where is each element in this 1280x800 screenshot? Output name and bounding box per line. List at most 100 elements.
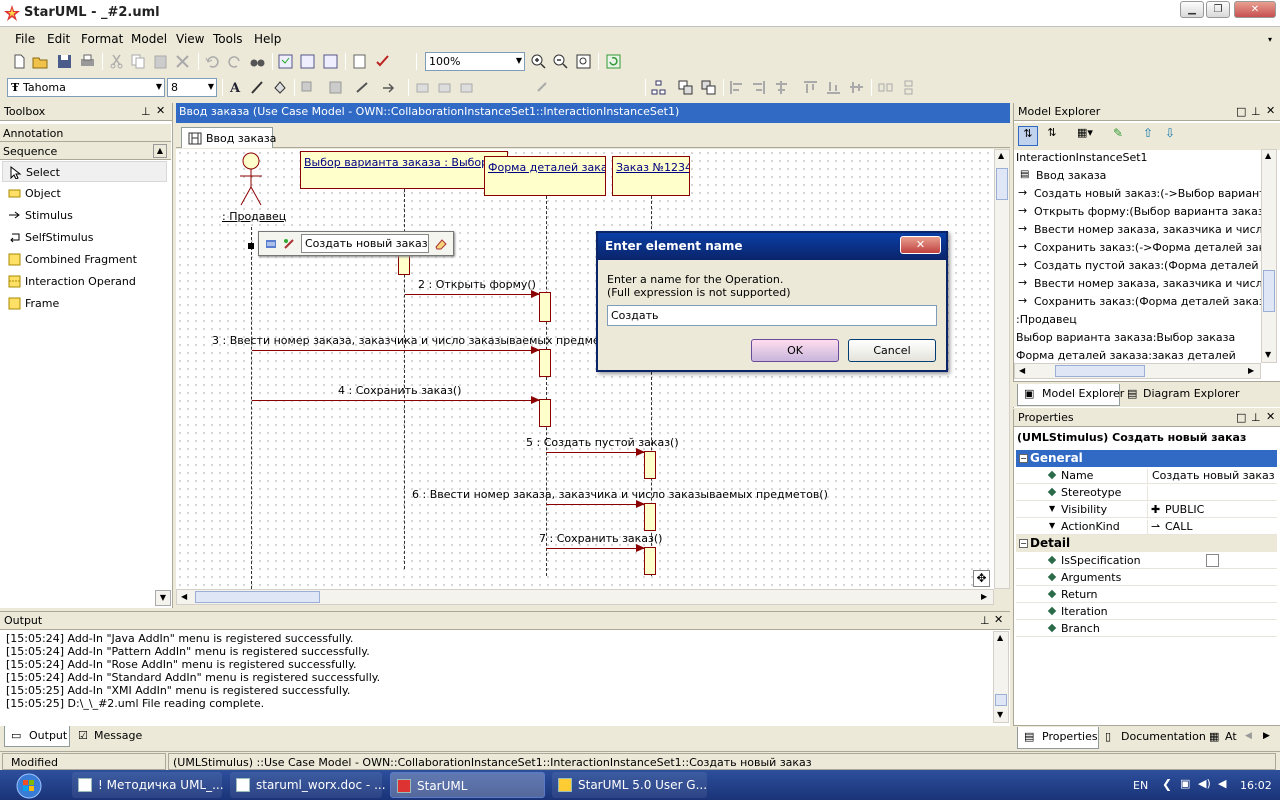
output-vertical-scrollbar[interactable]: ▲ ▼: [993, 631, 1009, 723]
message-arrow[interactable]: [252, 396, 540, 404]
diagram-vertical-scrollbar[interactable]: ▲: [994, 149, 1010, 589]
taskbar-item-active[interactable]: StarUML: [390, 772, 545, 798]
refresh-icon[interactable]: [605, 53, 622, 70]
zoom-in-icon[interactable]: [530, 53, 547, 70]
find-icon[interactable]: [249, 53, 266, 70]
space-vertical-icon[interactable]: [900, 79, 917, 96]
tab-diagram[interactable]: Ввод заказа: [181, 127, 276, 148]
export-icon[interactable]: [351, 53, 368, 70]
sort-icon[interactable]: ⇅: [1018, 126, 1038, 146]
move-up-icon[interactable]: ⇧: [1138, 126, 1158, 146]
property-row[interactable]: Iteration: [1016, 603, 1277, 620]
menu-model[interactable]: Model: [131, 32, 167, 46]
align-middle-icon[interactable]: [848, 79, 865, 96]
tree-item[interactable]: →Ввести номер заказа, заказчика и число …: [1016, 275, 1261, 293]
bring-front-icon[interactable]: [414, 79, 431, 96]
toolbox-item-select[interactable]: Select: [2, 161, 167, 182]
menu-chevron-icon[interactable]: ▾: [1268, 35, 1272, 44]
align-left-icon[interactable]: [728, 79, 745, 96]
property-value[interactable]: ✚ PUBLIC: [1147, 503, 1204, 519]
explorer-vertical-scrollbar[interactable]: ▲ ▼: [1261, 149, 1277, 363]
collapse-icon[interactable]: −: [1019, 454, 1028, 463]
message-label[interactable]: 2 : Открыть форму(): [418, 278, 536, 291]
scroll-down-icon[interactable]: ▼: [155, 590, 171, 606]
actor-figure-icon[interactable]: [238, 152, 264, 207]
property-row[interactable]: Return: [1016, 586, 1277, 603]
move-down-icon[interactable]: ⇩: [1160, 126, 1180, 146]
tab-attachments[interactable]: ▦ At: [1207, 727, 1241, 747]
toolbox-section-annotation[interactable]: Annotation: [0, 124, 171, 142]
cancel-button[interactable]: Cancel: [848, 339, 936, 362]
scroll-right-icon[interactable]: ▶: [981, 592, 987, 601]
scroll-up-icon[interactable]: ▲: [998, 151, 1004, 160]
lifeline-header[interactable]: Заказ №1234: [612, 156, 690, 196]
toolbox-item-interaction-operand[interactable]: Interaction Operand: [2, 271, 167, 292]
font-size-select[interactable]: 8 ▼: [167, 78, 217, 97]
tree-item[interactable]: :Продавец: [1016, 311, 1261, 329]
toolbox-item-object[interactable]: Object: [2, 183, 167, 204]
redo-icon[interactable]: [226, 53, 243, 70]
space-horizontal-icon[interactable]: [877, 79, 894, 96]
new-file-icon[interactable]: [11, 53, 28, 70]
message-label[interactable]: 3 : Ввести номер заказа, заказчика и чис…: [212, 334, 628, 347]
property-value[interactable]: Создать новый заказ: [1147, 469, 1275, 485]
tree-item[interactable]: →Открыть форму:(Выбор варианта заказа->Ф: [1016, 203, 1261, 221]
pan-icon[interactable]: ✥: [973, 570, 990, 587]
tab-diagram-explorer[interactable]: ▤ Diagram Explorer: [1123, 384, 1243, 404]
toolbox-item-frame[interactable]: Frame: [2, 293, 167, 314]
scroll-right-icon[interactable]: ▶: [1248, 366, 1254, 375]
close-icon[interactable]: ✕: [1266, 410, 1275, 423]
activation-bar[interactable]: [539, 349, 551, 377]
operation-icon[interactable]: [283, 238, 295, 250]
menu-edit[interactable]: Edit: [47, 32, 70, 46]
paste-icon[interactable]: [152, 53, 169, 70]
message-arrow[interactable]: [546, 544, 645, 552]
toolbox-item-selfstimulus[interactable]: SelfStimulus: [2, 227, 167, 248]
scroll-left-icon[interactable]: ◀: [1019, 366, 1025, 375]
diagram-zoom-icon[interactable]: [299, 53, 316, 70]
diagram-icon[interactable]: [277, 53, 294, 70]
pin-icon[interactable]: ⊥: [1251, 411, 1261, 424]
arrow-style-icon[interactable]: [380, 79, 397, 96]
taskbar-item[interactable]: ! Методичка UML_...: [72, 772, 224, 798]
copy-icon[interactable]: [130, 53, 147, 70]
activation-bar[interactable]: [398, 253, 410, 275]
scroll-down-icon[interactable]: ▼: [997, 710, 1003, 719]
zoom-out-icon[interactable]: [552, 53, 569, 70]
group-detail[interactable]: − Detail: [1016, 535, 1277, 552]
tree-item[interactable]: →Сохранить заказ:(Форма деталей заказа->…: [1016, 293, 1261, 311]
scroll-down-icon[interactable]: ▼: [1265, 350, 1271, 359]
align-center-icon[interactable]: [773, 79, 790, 96]
speaker-icon[interactable]: ◀: [1218, 777, 1226, 790]
property-row[interactable]: IsSpecification: [1016, 552, 1277, 569]
validate-icon[interactable]: [374, 53, 391, 70]
tree-item[interactable]: Выбор варианта заказа:Выбор заказа: [1016, 329, 1261, 347]
zoom-select[interactable]: 100% ▼: [425, 52, 525, 71]
message-arrow[interactable]: [546, 500, 645, 508]
font-select[interactable]: Ŧ Tahoma ▼: [7, 78, 165, 97]
menu-view[interactable]: View: [176, 32, 204, 46]
scroll-up-icon[interactable]: ▲: [1265, 151, 1271, 160]
group-icon[interactable]: [458, 79, 475, 96]
close-icon[interactable]: ✕: [994, 613, 1003, 626]
close-icon[interactable]: ✕: [156, 104, 165, 117]
message-label[interactable]: 7 : Сохранить заказ(): [539, 532, 662, 545]
align-top-icon[interactable]: [802, 79, 819, 96]
print-icon[interactable]: [79, 53, 96, 70]
scroll-thumb[interactable]: [195, 591, 320, 603]
collapse-icon[interactable]: ▲: [153, 144, 167, 158]
scroll-thumb[interactable]: [996, 168, 1008, 200]
align-right-icon[interactable]: [750, 79, 767, 96]
property-row[interactable]: ▼ ActionKind ⇀ CALL: [1016, 518, 1277, 536]
property-value[interactable]: ⇀ CALL: [1147, 520, 1192, 536]
activation-bar[interactable]: [644, 451, 656, 479]
undo-icon[interactable]: [204, 53, 221, 70]
property-row[interactable]: Branch: [1016, 620, 1277, 637]
message-label[interactable]: 6 : Ввести номер заказа, заказчика и чис…: [412, 488, 828, 501]
tray-chevron-icon[interactable]: ❮: [1162, 777, 1172, 791]
toolbox-section-sequence[interactable]: Sequence ▲: [0, 142, 171, 160]
wand-icon[interactable]: ✎: [1108, 126, 1128, 146]
activation-bar[interactable]: [539, 292, 551, 322]
property-row[interactable]: Stereotype: [1016, 484, 1277, 502]
activation-bar[interactable]: [644, 503, 656, 531]
